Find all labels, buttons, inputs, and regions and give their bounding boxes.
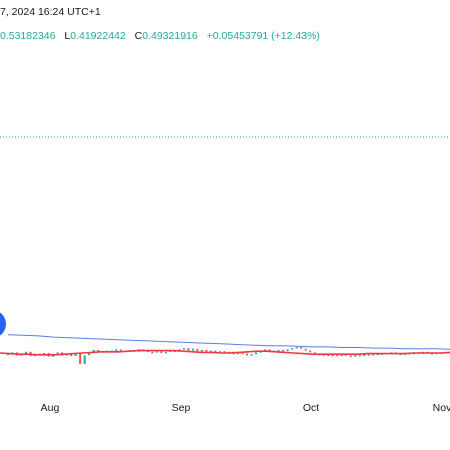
price-candle xyxy=(191,348,194,351)
x-tick-label: Oct xyxy=(303,402,319,414)
price-candle xyxy=(151,351,154,354)
price-candle xyxy=(309,350,312,353)
x-tick-label: Nov xyxy=(433,402,450,414)
price-candle xyxy=(200,349,203,352)
price-candle xyxy=(83,355,86,364)
price-candle xyxy=(160,351,163,353)
ma-blue-line xyxy=(7,334,450,350)
price-candle xyxy=(246,353,249,356)
price-candle xyxy=(255,352,258,355)
x-tick-label: Sep xyxy=(172,402,191,414)
price-candle xyxy=(300,346,303,349)
price-candle xyxy=(367,354,370,356)
price-candle xyxy=(119,349,122,351)
price-candle xyxy=(182,348,185,350)
price-candle xyxy=(336,354,339,357)
price-candle xyxy=(282,349,285,352)
x-tick-label: Aug xyxy=(41,402,60,414)
price-candle xyxy=(205,349,208,352)
price-candle xyxy=(354,354,357,357)
price-candle xyxy=(349,355,352,357)
price-candle xyxy=(79,353,82,364)
price-candle xyxy=(291,348,294,350)
price-candle xyxy=(331,354,334,357)
price-candle xyxy=(164,351,167,354)
price-candle xyxy=(295,346,298,349)
price-candle xyxy=(286,349,289,352)
price-candle xyxy=(250,354,253,356)
price-chart[interactable]: Aug Sep Oct Nov xyxy=(0,0,450,450)
price-candle xyxy=(187,348,190,351)
price-candle xyxy=(196,348,199,352)
price-candle xyxy=(358,354,361,357)
chart-event-marker xyxy=(0,312,6,336)
price-candle xyxy=(304,348,307,351)
